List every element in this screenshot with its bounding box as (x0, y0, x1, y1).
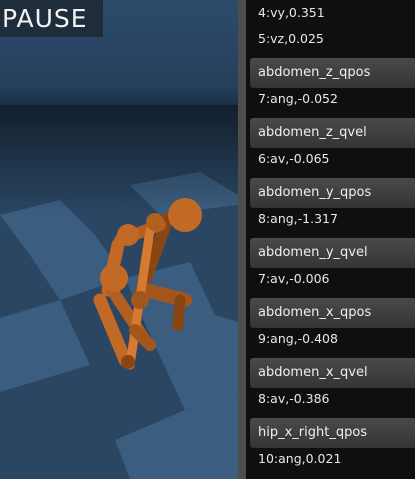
sensor-title-abdomen-x-qvel: abdomen_x_qvel (250, 358, 415, 388)
sensor-value-vy: 4:vy,0.351 (258, 5, 325, 20)
sensor-value-hip-x-right-qpos: 10:ang,0.021 (258, 451, 342, 466)
sensor-title-abdomen-x-qpos: abdomen_x_qpos (250, 298, 415, 328)
sensor-panel: 4:vy,0.351 5:vz,0.025 abdomen_z_qpos 7:a… (246, 0, 415, 479)
sensor-value-abdomen-y-qpos: 8:ang,-1.317 (258, 211, 338, 226)
sensor-value-abdomen-z-qpos: 7:ang,-0.052 (258, 91, 338, 106)
sensor-title-abdomen-y-qvel: abdomen_y_qvel (250, 238, 415, 268)
simulation-viewport[interactable]: PAUSE (0, 0, 238, 479)
sensor-value-abdomen-x-qvel: 8:av,-0.386 (258, 391, 330, 406)
sensor-title-abdomen-z-qpos: abdomen_z_qpos (250, 58, 415, 88)
pause-status-badge: PAUSE (0, 0, 103, 37)
sensor-value-abdomen-z-qvel: 6:av,-0.065 (258, 151, 330, 166)
sensor-value-vz: 5:vz,0.025 (258, 31, 324, 46)
sensor-title-abdomen-z-qvel: abdomen_z_qvel (250, 118, 415, 148)
sensor-title-abdomen-y-qpos: abdomen_y_qpos (250, 178, 415, 208)
sensor-value-abdomen-x-qpos: 9:ang,-0.408 (258, 331, 338, 346)
sensor-value-abdomen-y-qvel: 7:av,-0.006 (258, 271, 330, 286)
sensor-title-hip-x-right-qpos: hip_x_right_qpos (250, 418, 415, 448)
panel-divider[interactable] (238, 0, 246, 479)
scene-render (0, 105, 238, 479)
